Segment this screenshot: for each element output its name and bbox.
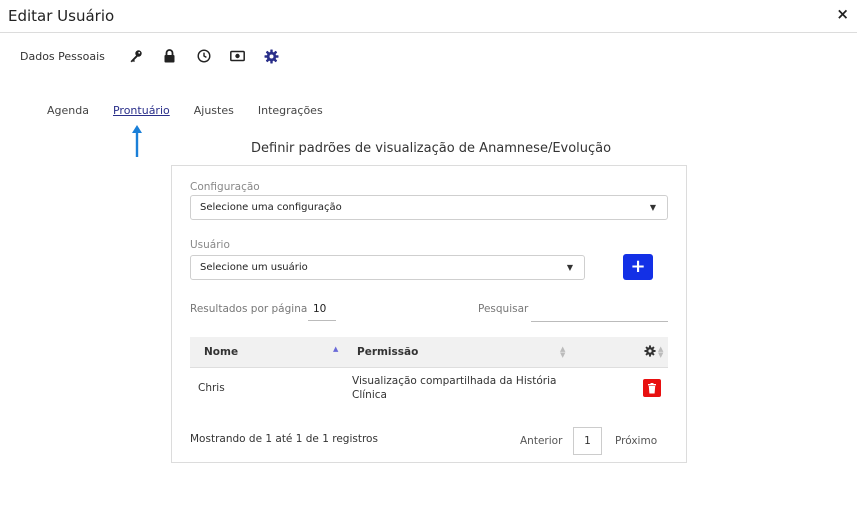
gear-icon bbox=[644, 345, 656, 360]
close-button[interactable]: × bbox=[836, 5, 849, 23]
pagination-page-1[interactable]: 1 bbox=[573, 427, 602, 455]
sort-asc-icon: ▲ bbox=[333, 345, 339, 353]
table-row: Chris Visualização compartilhada da Hist… bbox=[190, 369, 668, 409]
column-header-nome[interactable]: Nome bbox=[204, 346, 238, 358]
arrow-up-icon bbox=[132, 125, 142, 157]
profile-subnav: Dados Pessoais bbox=[20, 46, 289, 66]
config-select-value: Selecione uma configuração bbox=[200, 202, 342, 213]
user-label: Usuário bbox=[190, 239, 230, 251]
results-per-page-select[interactable]: 10 bbox=[308, 299, 336, 321]
caret-down-icon: ▼ bbox=[566, 263, 573, 272]
config-select[interactable]: Selecione uma configuração ▼ bbox=[190, 195, 668, 220]
sort-icon: ▲ ▼ bbox=[658, 345, 664, 359]
clock-icon[interactable] bbox=[196, 48, 212, 64]
cell-nome: Chris bbox=[198, 382, 225, 394]
settings-tabs: Agenda Prontuário Ajustes Integrações bbox=[47, 104, 347, 117]
delete-button[interactable] bbox=[643, 379, 661, 397]
key-icon[interactable] bbox=[128, 48, 144, 64]
cell-permissao: Visualização compartilhada da História C… bbox=[352, 375, 557, 401]
user-select[interactable]: Selecione um usuário ▼ bbox=[190, 255, 585, 280]
search-label: Pesquisar bbox=[478, 303, 529, 315]
user-select-value: Selecione um usuário bbox=[200, 262, 308, 273]
dialog-title: Editar Usuário bbox=[8, 7, 115, 25]
table-header: Nome ▲ Permissão ▲ ▼ ▲ ▼ bbox=[190, 337, 668, 368]
table-info: Mostrando de 1 até 1 de 1 registros bbox=[190, 433, 378, 445]
search-input[interactable] bbox=[531, 299, 668, 322]
trash-icon bbox=[648, 382, 656, 393]
add-button[interactable]: + bbox=[623, 254, 653, 280]
dialog-header: Editar Usuário × bbox=[0, 0, 857, 33]
caret-down-icon: ▼ bbox=[649, 203, 656, 212]
money-icon[interactable] bbox=[230, 48, 246, 64]
lock-icon[interactable] bbox=[162, 48, 178, 64]
config-label: Configuração bbox=[190, 181, 260, 193]
section-title: Definir padrões de visualização de Anamn… bbox=[251, 141, 612, 156]
tab-integracoes[interactable]: Integrações bbox=[258, 104, 323, 117]
results-per-page-label: Resultados por página bbox=[190, 303, 308, 315]
pagination-next[interactable]: Próximo bbox=[615, 435, 657, 447]
personal-data-link[interactable]: Dados Pessoais bbox=[20, 50, 105, 63]
tab-ajustes[interactable]: Ajustes bbox=[194, 104, 234, 117]
tab-agenda[interactable]: Agenda bbox=[47, 104, 89, 117]
sort-icon: ▲ ▼ bbox=[560, 345, 566, 359]
pagination-previous[interactable]: Anterior bbox=[520, 435, 562, 447]
gear-icon[interactable] bbox=[264, 48, 280, 64]
column-header-permissao[interactable]: Permissão bbox=[357, 346, 418, 358]
tab-prontuario[interactable]: Prontuário bbox=[113, 104, 170, 117]
settings-card: Configuração Selecione uma configuração … bbox=[171, 165, 687, 463]
